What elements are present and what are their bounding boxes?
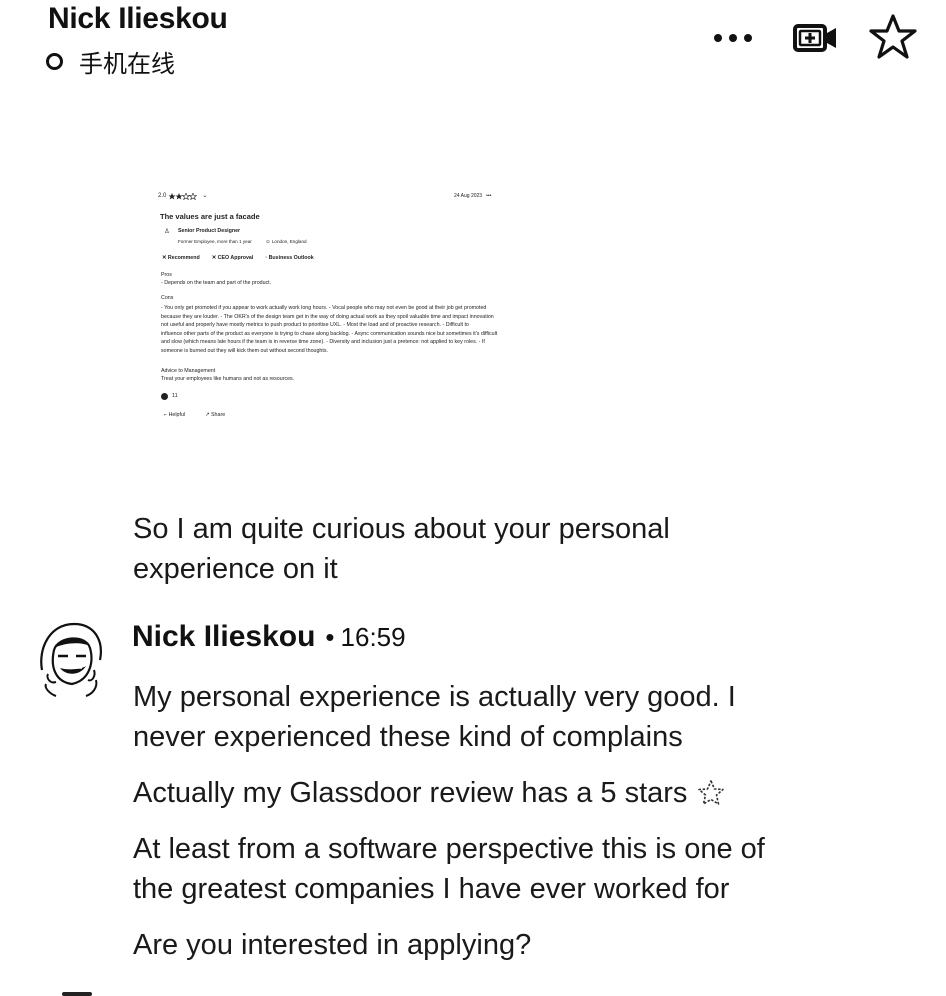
message-line: Actually my Glassdoor review has a 5 sta… <box>133 777 688 809</box>
review-title: The values are just a facade <box>160 212 260 221</box>
pros-heading: Pros <box>161 272 172 278</box>
badge-label: Recommend <box>167 255 200 261</box>
avatar[interactable] <box>36 618 106 698</box>
reaction-count-row: 11 <box>161 393 178 400</box>
message-line: the greatest companies I have ever worke… <box>133 873 730 905</box>
review-badges: ✕ Recommend ✕ CEO Approval · Business Ou… <box>162 255 314 262</box>
employment-status: Former Employee, more than 1 year <box>178 239 252 244</box>
badge-label: Business Outlook <box>268 255 314 261</box>
contact-name: Nick Ilieskou <box>48 2 228 35</box>
review-date-row: 24 Aug 2023 ••• <box>454 193 491 199</box>
review-actions: ⌐ Helpful ↗ Share <box>164 412 225 419</box>
rating-value: 2.0 <box>158 193 167 199</box>
cons-line: influence other parts of the product as … <box>161 330 498 337</box>
message-line: My personal experience is actually very … <box>133 681 736 713</box>
reaction-count: 11 <box>172 393 178 400</box>
message-text: My personal experience is actually very … <box>133 677 736 757</box>
message-text: Actually my Glassdoor review has a 5 sta… <box>133 773 727 813</box>
message-text: Are you interested in applying? <box>133 929 532 961</box>
advice-heading: Advice to Management <box>161 368 216 374</box>
shared-review-image[interactable]: 2.0 ⌄ 24 Aug 2023 ••• The values are jus… <box>152 184 524 436</box>
status-text: 手机在线 <box>79 51 175 78</box>
message-line: So I am quite curious about your persona… <box>133 513 670 545</box>
cons-line: - You only get promoted if you appear to… <box>161 305 487 311</box>
star-icon[interactable] <box>868 12 918 62</box>
badge-ceo-approval: ✕ CEO Approval <box>211 255 254 261</box>
job-title: Senior Product Designer <box>178 228 241 234</box>
thumbs-up-icon: ⌐ <box>164 412 168 418</box>
share-action: ↗ Share <box>205 412 225 419</box>
cons-line: someone is burned out they will kick the… <box>161 347 328 354</box>
badge-business-outlook: · Business Outlook <box>265 255 314 261</box>
helpful-action: ⌐ Helpful <box>164 412 185 419</box>
message-header: Nick Ilieskou • 16:59 <box>132 620 406 654</box>
location: ⊙ London, England <box>266 239 307 245</box>
share-icon: ↗ <box>205 412 210 418</box>
advice-text: Treat your employees like humans and not… <box>161 376 295 382</box>
message-text: So I am quite curious about your persona… <box>133 509 670 589</box>
reaction-icon <box>161 393 168 400</box>
more-horizontal-icon[interactable] <box>708 20 758 56</box>
message-line: At least from a software perspective thi… <box>133 833 765 865</box>
sender-name[interactable]: Nick Ilieskou <box>132 620 315 654</box>
sparkle-star-icon <box>698 780 725 805</box>
review-date: 24 Aug 2023 <box>454 193 483 199</box>
action-label: Share <box>211 412 226 418</box>
cons-line: not useful and properly have mostly metr… <box>161 322 469 329</box>
badge-label: CEO Approval <box>217 255 254 261</box>
separator-dot: • <box>325 622 335 652</box>
cons-heading: Cons <box>161 295 174 301</box>
video-call-icon[interactable] <box>792 18 840 58</box>
cons-line: because they are louder. - The OKR's of … <box>161 313 494 320</box>
review-more-icon: ••• <box>486 193 492 199</box>
action-label: Helpful <box>168 412 186 418</box>
cons-line: and slow (which means late hours if the … <box>161 339 485 346</box>
message-line: never experienced these kind of complain… <box>133 721 683 753</box>
message-text: At least from a software perspective thi… <box>133 829 765 909</box>
person-icon: ♙ <box>164 228 170 235</box>
status-indicator-icon <box>46 53 63 70</box>
online-status: 手机在线 <box>46 44 175 79</box>
location-text: London, England <box>271 239 307 244</box>
review-rating: 2.0 ⌄ <box>158 193 207 201</box>
chevron-down-icon: ⌄ <box>202 193 208 199</box>
message-line: experience on it <box>133 553 338 585</box>
location-pin-icon: ⊙ <box>266 239 270 244</box>
message-time: 16:59 <box>340 622 406 652</box>
next-avatar-edge <box>62 992 92 996</box>
rating-stars-icon <box>169 193 198 201</box>
badge-recommend: ✕ Recommend <box>162 255 200 261</box>
pros-text: - Depends on the team and part of the pr… <box>161 280 272 286</box>
cons-text: - You only get promoted if you appear to… <box>161 304 511 356</box>
